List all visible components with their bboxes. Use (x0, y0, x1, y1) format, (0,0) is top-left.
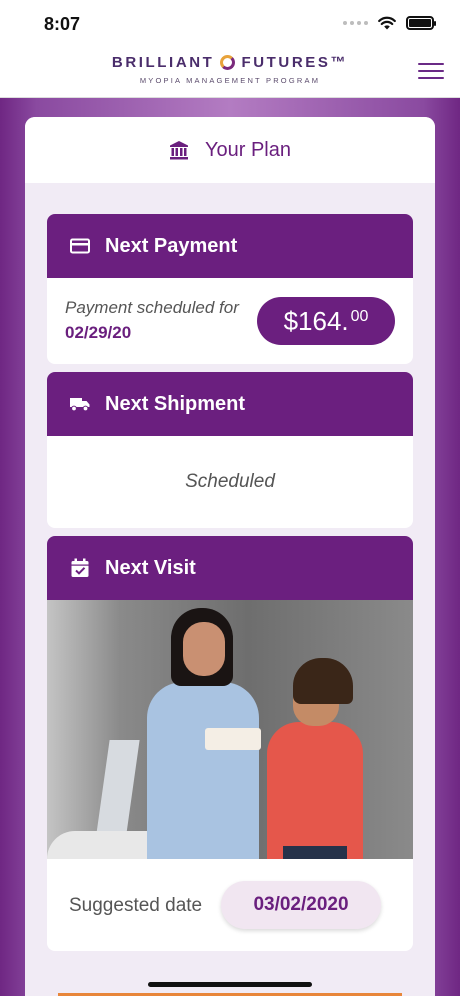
hamburger-menu-icon[interactable] (418, 63, 444, 83)
brand-name: BRILLIANT FUTURES™ (112, 54, 348, 71)
next-visit-header: Next Visit (47, 536, 413, 600)
plan-header: Your Plan (25, 117, 435, 183)
next-shipment-title: Next Shipment (105, 392, 246, 415)
payment-amount-button[interactable]: $164. 00 (257, 297, 395, 345)
suggested-date-button[interactable]: 03/02/2020 (221, 881, 381, 929)
suggested-date-label: Suggested date (69, 895, 203, 916)
next-payment-header: Next Payment (47, 214, 413, 278)
payment-date: 02/29/20 (65, 323, 132, 342)
next-payment-card: Next Payment Payment scheduled for 02/29… (47, 214, 413, 364)
next-payment-title: Next Payment (105, 234, 238, 257)
wifi-icon (378, 16, 396, 30)
app-header: BRILLIANT FUTURES™ MYOPIA MANAGEMENT PRO… (0, 46, 460, 98)
plan-title: Your Plan (205, 138, 291, 161)
status-bar: 8:07 (0, 0, 460, 46)
shipment-status: Scheduled (185, 471, 275, 492)
next-shipment-card: Next Shipment Scheduled (47, 372, 413, 528)
next-visit-title: Next Visit (105, 556, 196, 579)
next-shipment-header: Next Shipment (47, 372, 413, 436)
brand-name-right: FUTURES™ (241, 54, 349, 71)
payment-amount-cents: 00 (350, 308, 369, 325)
plan-card: Your Plan Next Payment Payment scheduled… (25, 117, 435, 996)
calendar-check-icon (69, 558, 91, 578)
status-time: 8:07 (44, 14, 81, 34)
home-indicator[interactable] (148, 982, 312, 987)
brand-subtitle: MYOPIA MANAGEMENT PROGRAM (139, 76, 321, 85)
brand-ring-icon (220, 55, 236, 70)
brand-logo: BRILLIANT FUTURES™ MYOPIA MANAGEMENT PRO… (0, 54, 460, 85)
payment-scheduled-label: Payment scheduled for (65, 298, 239, 317)
brand-name-left: BRILLIANT (111, 54, 215, 71)
next-visit-body: Suggested date 03/02/2020 (47, 859, 413, 951)
battery-icon (406, 16, 436, 30)
payment-amount-whole: $164. (283, 305, 349, 336)
next-payment-body: Payment scheduled for 02/29/20 $164. 00 (47, 278, 413, 364)
signal-icon (343, 21, 368, 25)
bank-icon (169, 140, 189, 160)
next-visit-card: Next Visit Suggested date 03/02/2020 (47, 536, 413, 951)
status-icons (343, 16, 436, 30)
credit-card-icon (69, 238, 91, 254)
visit-photo (47, 600, 413, 859)
truck-icon (69, 396, 91, 412)
